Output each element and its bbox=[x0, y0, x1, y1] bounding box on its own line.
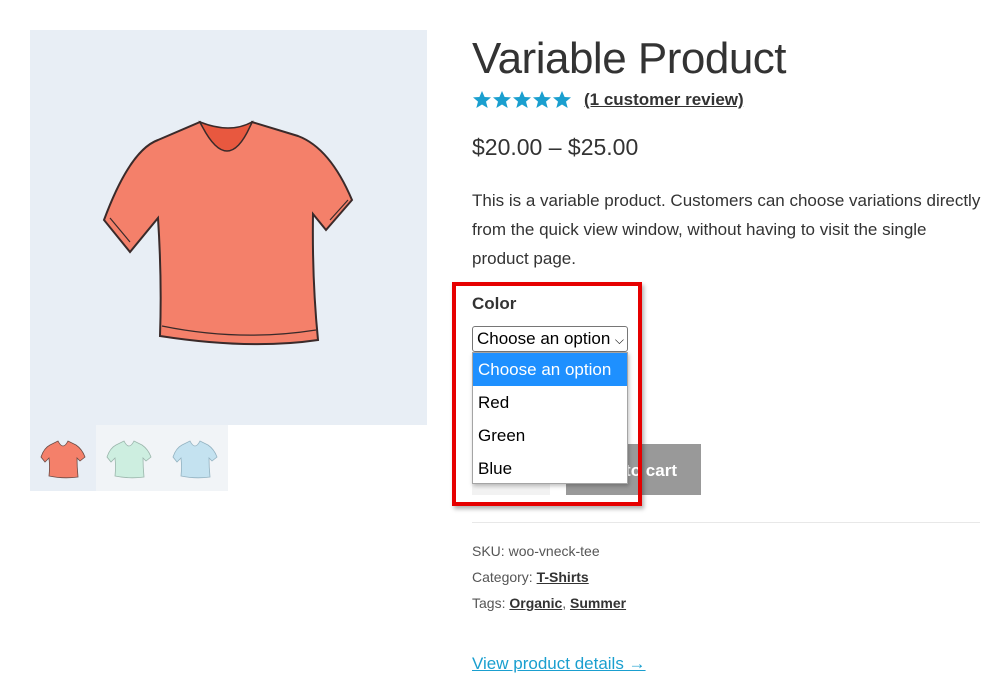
sku-line: SKU: woo-vneck-tee bbox=[472, 543, 600, 559]
color-select-value: Choose an option bbox=[477, 329, 611, 348]
tshirt-green-thumb-icon bbox=[106, 440, 152, 479]
star-icon bbox=[553, 91, 571, 108]
product-title: Variable Product bbox=[472, 34, 787, 83]
variation-label: Color bbox=[472, 294, 517, 313]
star-icon bbox=[473, 91, 491, 108]
tshirt-red-thumb-icon bbox=[40, 440, 86, 479]
tags-separator: , bbox=[562, 595, 567, 611]
product-description: This is a variable product. Customers ca… bbox=[472, 191, 981, 268]
category-label: Category: bbox=[472, 569, 533, 585]
star-icon bbox=[513, 91, 531, 108]
star-rating bbox=[472, 90, 572, 110]
dropdown-option-green[interactable]: Green bbox=[473, 419, 627, 452]
tshirt-blue-thumb-icon bbox=[172, 440, 218, 479]
color-dropdown-list: Choose an option Red Green Blue bbox=[472, 352, 628, 484]
dropdown-option-blue[interactable]: Blue bbox=[473, 452, 627, 485]
chevron-down-icon: ⌵ bbox=[614, 333, 624, 347]
product-thumbnails bbox=[30, 425, 228, 491]
thumbnail-green[interactable] bbox=[96, 425, 162, 491]
tags-line: Tags: Organic, Summer bbox=[472, 595, 626, 611]
view-product-details-link[interactable]: View product details → bbox=[472, 654, 646, 674]
sku-label: SKU: bbox=[472, 543, 505, 559]
sku-value: woo-vneck-tee bbox=[508, 543, 600, 559]
divider bbox=[472, 522, 980, 523]
product-main-image[interactable] bbox=[30, 30, 427, 425]
tags-label: Tags: bbox=[472, 595, 506, 611]
product-rating: (1 customer review) bbox=[472, 88, 744, 112]
category-link[interactable]: T-Shirts bbox=[537, 569, 589, 585]
star-icon bbox=[533, 91, 551, 108]
thumbnail-blue[interactable] bbox=[162, 425, 228, 491]
thumbnail-red[interactable] bbox=[30, 425, 96, 491]
product-price: $20.00 – $25.00 bbox=[472, 134, 639, 160]
category-line: Category: T-Shirts bbox=[472, 569, 589, 585]
customer-review-link[interactable]: (1 customer review) bbox=[584, 90, 744, 110]
color-select[interactable]: Choose an option ⌵ bbox=[472, 326, 628, 352]
dropdown-option-choose-an-option[interactable]: Choose an option bbox=[473, 353, 627, 386]
tag-link-summer[interactable]: Summer bbox=[570, 595, 626, 611]
tag-link-organic[interactable]: Organic bbox=[509, 595, 562, 611]
star-icon bbox=[493, 91, 511, 108]
tshirt-red-image bbox=[102, 120, 354, 346]
dropdown-option-red[interactable]: Red bbox=[473, 386, 627, 419]
